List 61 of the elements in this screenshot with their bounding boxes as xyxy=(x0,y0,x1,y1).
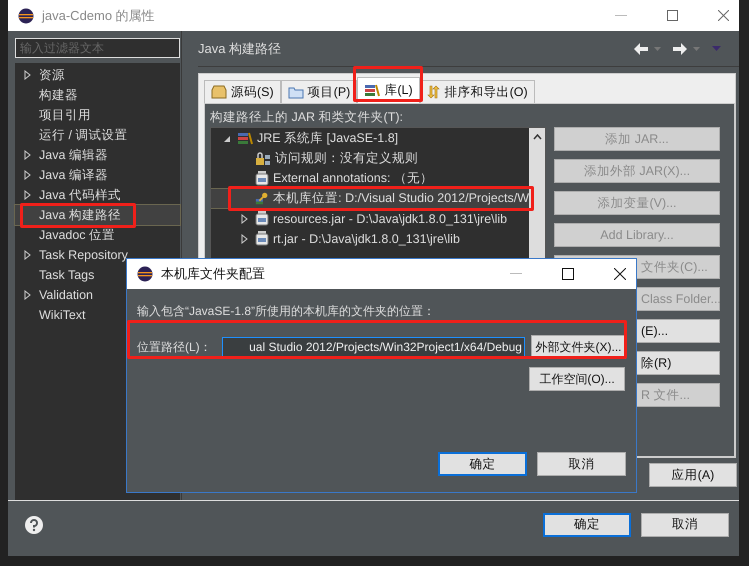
dialog-title: 本机库文件夹配置 xyxy=(161,265,265,283)
tree-row[interactable]: JRE 系统库 [JavaSE-1.8] xyxy=(211,129,529,148)
tree-row[interactable]: External annotations: （无） xyxy=(211,169,529,188)
tab[interactable]: 项目(P) xyxy=(280,80,358,103)
dialog-button[interactable]: 取消 xyxy=(537,452,626,476)
package-icon xyxy=(211,85,227,99)
expand-icon[interactable] xyxy=(24,250,30,260)
sidebar-item[interactable]: 资源 xyxy=(15,65,180,85)
sidebar-item[interactable]: 项目引用 xyxy=(15,105,180,125)
jar-icon xyxy=(255,231,269,246)
path-field[interactable]: ual Studio 2012/Projects/Win32Project1/x64/Debug xyxy=(222,336,525,358)
expand-icon[interactable] xyxy=(24,190,30,200)
folder-icon xyxy=(288,86,304,98)
tab[interactable]: 排序和导出(O) xyxy=(420,80,535,103)
back-arrow-icon[interactable] xyxy=(634,42,648,54)
sidebar-item[interactable]: Java 代码样式 xyxy=(15,185,180,205)
apply-button[interactable]: 应用(A) xyxy=(649,463,737,487)
close-icon[interactable] xyxy=(614,268,626,280)
expand-icon[interactable] xyxy=(24,150,30,160)
expand-icon[interactable] xyxy=(223,134,231,144)
scroll-up-icon[interactable] xyxy=(532,134,542,140)
expand-icon[interactable] xyxy=(241,214,249,224)
jar-icon xyxy=(255,211,269,226)
expand-icon[interactable] xyxy=(24,170,30,180)
arrows-icon xyxy=(426,85,441,99)
tree-row[interactable]: 访问规则：没有定义规则 xyxy=(211,149,529,168)
tree-row[interactable]: resources.jar - D:\Java\jdk1.8.0_131\jre\lib xyxy=(211,209,529,228)
dialog-button[interactable]: 确定 xyxy=(438,452,527,476)
sidebar-item[interactable]: Java 编译器 xyxy=(15,165,180,185)
workspace-button[interactable]: 工作空间(O)... xyxy=(529,367,625,391)
books-icon xyxy=(364,84,380,97)
dialog-prompt: 输入包含“JavaSE-1.8”所使用的本机库的文件夹的位置： xyxy=(137,303,436,320)
window-title: java-Cdemo 的属性 xyxy=(42,6,155,24)
sidebar-item[interactable]: Task Repository xyxy=(15,245,180,265)
jar-icon xyxy=(255,171,269,186)
sidebar-item[interactable]: Javadoc 位置 xyxy=(15,225,180,245)
sidebar-item[interactable]: Validation xyxy=(15,285,180,305)
tab[interactable]: 源码(S) xyxy=(204,80,281,103)
path-label: 位置路径(L)： xyxy=(137,338,213,356)
sidebar-item[interactable]: Java 构建路径 xyxy=(15,205,180,225)
tree-row[interactable]: 本机库位置: D:/Visual Studio 2012/Projects/W xyxy=(211,189,529,208)
tree-row[interactable]: rt.jar - D:\Java\jdk1.8.0_131\jre\lib xyxy=(211,229,529,248)
maximize-icon[interactable] xyxy=(562,268,574,280)
dialog-button[interactable]: 确定 xyxy=(543,512,631,536)
sidebar-item[interactable]: Java 编辑器 xyxy=(15,145,180,165)
lock-icon xyxy=(255,152,271,166)
dialog-button[interactable]: 取消 xyxy=(641,512,729,536)
key-icon xyxy=(255,191,270,206)
page-title: Java 构建路径 xyxy=(198,40,282,58)
books-icon xyxy=(237,132,253,145)
expand-icon[interactable] xyxy=(24,70,30,80)
sidebar-item[interactable]: 运行 / 调试设置 xyxy=(15,125,180,145)
app-logo-icon xyxy=(137,266,153,282)
sidebar-item[interactable]: 构建器 xyxy=(15,85,180,105)
app-logo-icon xyxy=(18,8,34,24)
expand-icon[interactable] xyxy=(24,290,30,300)
libraries-label: 构建路径上的 JAR 和类文件夹(T): xyxy=(210,109,404,126)
expand-icon[interactable] xyxy=(241,234,249,244)
help-icon[interactable] xyxy=(25,516,43,534)
forward-arrow-icon[interactable] xyxy=(673,42,687,54)
scrollbar[interactable] xyxy=(529,128,545,258)
